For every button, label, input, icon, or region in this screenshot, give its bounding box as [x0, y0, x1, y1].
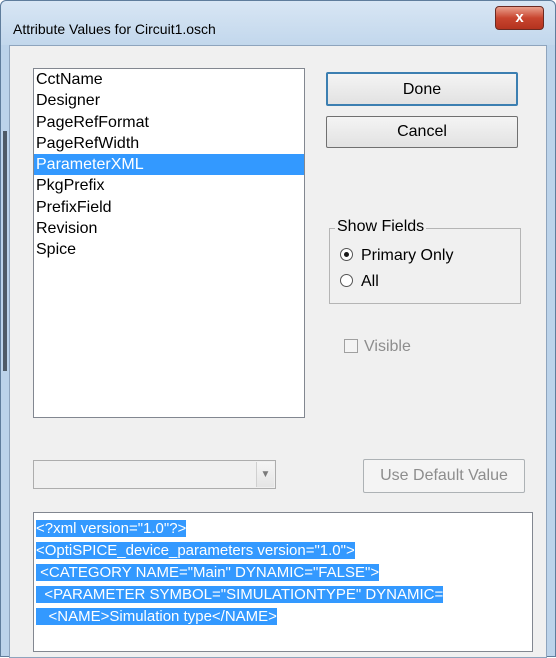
text-line: <OptiSPICE_device_parameters version="1.… — [36, 542, 355, 559]
radio-unchecked-icon — [340, 274, 353, 288]
title-bar[interactable]: Attribute Values for Circuit1.osch x — [1, 1, 555, 45]
text-line: <NAME>Simulation type</NAME> — [36, 608, 277, 625]
visible-label: Visible — [364, 338, 411, 355]
list-item[interactable]: Spice — [34, 239, 304, 260]
visible-checkbox[interactable]: Visible — [344, 338, 411, 356]
list-item[interactable]: Revision — [34, 218, 304, 239]
window-edge-shadow — [3, 131, 7, 371]
list-item[interactable]: CctName — [34, 69, 304, 90]
close-icon: x — [515, 9, 524, 26]
use-default-value-button[interactable]: Use Default Value — [363, 459, 525, 493]
checkbox-icon — [344, 338, 358, 353]
value-textarea[interactable]: <?xml version="1.0"?> <OptiSPICE_device_… — [33, 512, 533, 652]
attribute-list[interactable]: CctName Designer PageRefFormat PageRefWi… — [33, 68, 305, 418]
close-button[interactable]: x — [495, 6, 544, 30]
radio-checked-icon — [340, 248, 353, 262]
radio-all[interactable]: All — [340, 273, 379, 291]
text-line: <?xml version="1.0"?> — [36, 520, 187, 537]
text-line: <CATEGORY NAME="Main" DYNAMIC="FALSE"> — [36, 564, 380, 581]
list-item[interactable]: PageRefFormat — [34, 112, 304, 133]
list-item[interactable]: PageRefWidth — [34, 133, 304, 154]
window-title: Attribute Values for Circuit1.osch — [13, 21, 216, 37]
list-item-selected[interactable]: ParameterXML — [34, 154, 304, 176]
chevron-down-icon[interactable]: ▼ — [256, 462, 274, 487]
cancel-button[interactable]: Cancel — [326, 116, 518, 148]
list-item[interactable]: Designer — [34, 90, 304, 111]
value-combobox[interactable]: ▼ — [33, 460, 276, 489]
radio-primary-only[interactable]: Primary Only — [340, 247, 453, 265]
show-fields-label: Show Fields — [335, 218, 427, 236]
list-item[interactable]: PkgPrefix — [34, 175, 304, 196]
radio-label: All — [361, 273, 379, 290]
text-line: <PARAMETER SYMBOL="SIMULATIONTYPE" DYNAM… — [36, 586, 444, 603]
radio-label: Primary Only — [361, 247, 454, 264]
list-item[interactable]: PrefixField — [34, 197, 304, 218]
show-fields-group: Show Fields Primary Only All — [329, 218, 521, 304]
dialog-window: Attribute Values for Circuit1.osch x Cct… — [0, 0, 556, 658]
done-button[interactable]: Done — [326, 72, 518, 106]
dialog-client-area: CctName Designer PageRefFormat PageRefWi… — [9, 45, 547, 658]
